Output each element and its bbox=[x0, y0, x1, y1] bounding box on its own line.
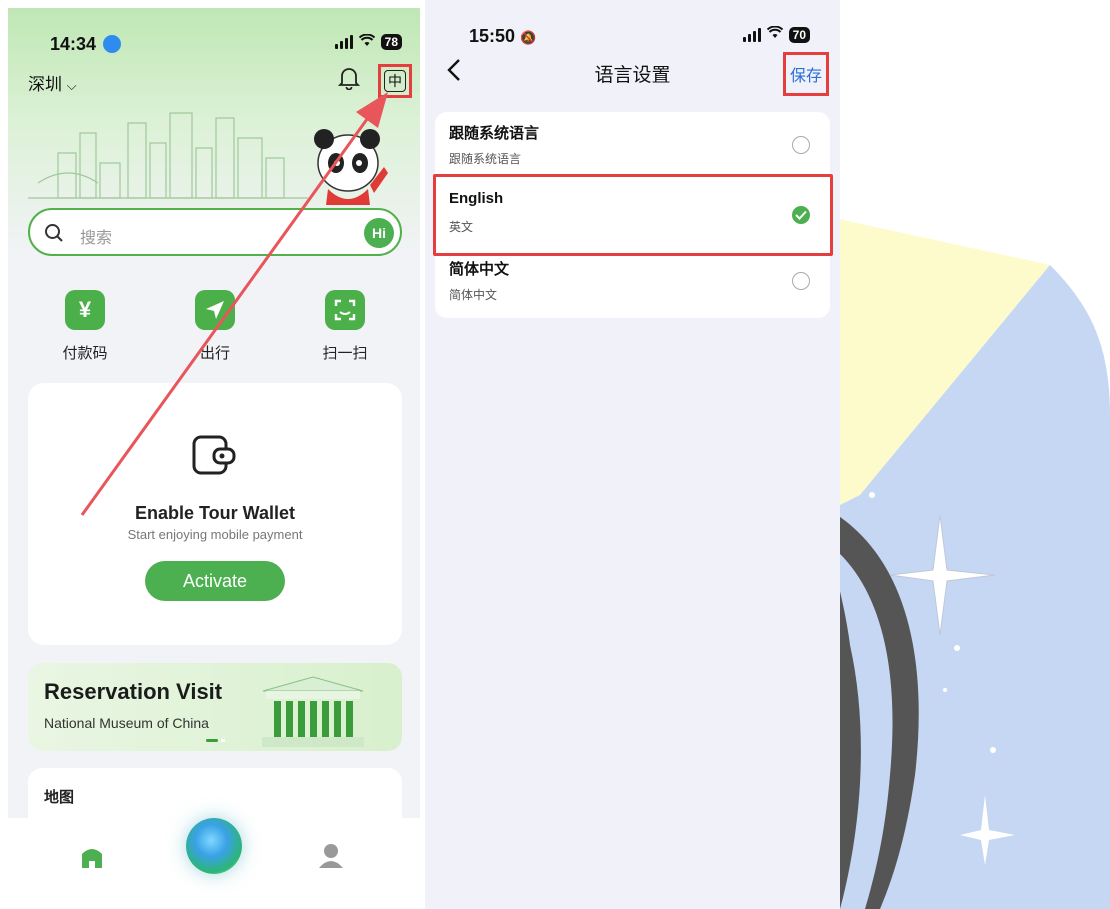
status-time: 15:50 🔕 bbox=[469, 26, 537, 46]
language-settings-screen: 15:50 🔕 70 语言设置 保存 跟随系统语言 跟随系统语言 English… bbox=[425, 0, 840, 909]
city-label: 深圳 bbox=[28, 75, 62, 94]
language-option-subtitle: 简体中文 bbox=[449, 288, 498, 302]
silent-bell-icon: 🔕 bbox=[520, 30, 537, 45]
panda-mascot bbox=[308, 123, 388, 218]
carousel-indicator bbox=[206, 739, 225, 742]
selected-language-highlight bbox=[433, 174, 833, 256]
quick-action-travel[interactable]: 出行 bbox=[180, 290, 250, 363]
signal-icon bbox=[742, 28, 761, 42]
page-title: 语言设置 bbox=[594, 65, 671, 86]
tour-wallet-card: Enable Tour Wallet Start enjoying mobile… bbox=[28, 383, 402, 645]
wallet-icon bbox=[190, 433, 238, 482]
language-toggle-button[interactable]: 中 bbox=[378, 64, 412, 98]
city-skyline-illustration bbox=[28, 93, 308, 208]
bell-icon[interactable] bbox=[337, 66, 361, 95]
battery-indicator: 78 bbox=[380, 34, 402, 50]
language-toggle-label: 中 bbox=[384, 70, 406, 92]
reservation-title: Reservation Visit bbox=[44, 679, 223, 704]
radio-unchecked[interactable] bbox=[792, 136, 810, 154]
background-decoration bbox=[820, 215, 1110, 909]
scan-icon bbox=[325, 290, 365, 330]
reservation-banner[interactable]: Reservation Visit National Museum of Chi… bbox=[28, 663, 402, 751]
museum-illustration bbox=[258, 673, 368, 751]
status-indicators: 78 bbox=[334, 33, 402, 50]
wallet-title: Enable Tour Wallet bbox=[134, 503, 295, 523]
status-time: 14:34 bbox=[50, 34, 122, 55]
map-title: 地图 bbox=[44, 789, 75, 806]
bottom-tab-bar bbox=[8, 818, 420, 909]
language-option-subtitle: 跟随系统语言 bbox=[449, 152, 522, 166]
save-button[interactable]: 保存 bbox=[783, 52, 829, 96]
wallet-subtitle: Start enjoying mobile payment bbox=[127, 527, 303, 542]
quick-action-label: 出行 bbox=[199, 345, 230, 362]
send-icon bbox=[195, 290, 235, 330]
quick-action-label: 扫一扫 bbox=[322, 345, 368, 362]
signal-icon bbox=[334, 35, 353, 49]
hi-assistant-badge[interactable]: Hi bbox=[364, 218, 394, 248]
chevron-down-icon: ⌵ bbox=[66, 78, 77, 93]
wifi-icon bbox=[766, 25, 783, 44]
assistant-orb-button[interactable] bbox=[186, 818, 242, 874]
wifi-icon bbox=[358, 33, 375, 50]
search-icon bbox=[44, 223, 64, 248]
quick-action-payment[interactable]: ¥ 付款码 bbox=[50, 290, 120, 363]
language-option-title: 简体中文 bbox=[449, 261, 510, 278]
reservation-subtitle: National Museum of China bbox=[44, 715, 209, 731]
profile-icon[interactable] bbox=[318, 842, 344, 875]
language-option-title: 跟随系统语言 bbox=[449, 125, 540, 142]
home-icon[interactable] bbox=[80, 844, 104, 875]
quick-action-label: 付款码 bbox=[62, 345, 108, 362]
screenshot-stage: 14:34 78 深圳 ⌵ 中 搜索 Hi ¥ 付款码 出行 扫一扫 Enabl… bbox=[0, 0, 1110, 909]
radio-unchecked[interactable] bbox=[792, 272, 810, 290]
quick-action-scan[interactable]: 扫一扫 bbox=[310, 290, 380, 363]
language-option-simplified-chinese[interactable]: 简体中文 简体中文 bbox=[435, 248, 830, 316]
search-bar[interactable]: 搜索 Hi bbox=[28, 208, 402, 256]
status-indicators: 70 bbox=[742, 25, 810, 44]
activate-button[interactable]: Activate bbox=[145, 561, 285, 601]
search-placeholder: 搜索 bbox=[80, 230, 113, 247]
battery-indicator: 70 bbox=[788, 27, 810, 43]
home-screen: 14:34 78 深圳 ⌵ 中 搜索 Hi ¥ 付款码 出行 扫一扫 Enabl… bbox=[8, 8, 420, 909]
city-selector[interactable]: 深圳 ⌵ bbox=[28, 70, 77, 95]
language-option-system[interactable]: 跟随系统语言 跟随系统语言 bbox=[435, 112, 830, 180]
yen-icon: ¥ bbox=[65, 290, 105, 330]
location-icon bbox=[103, 35, 122, 53]
